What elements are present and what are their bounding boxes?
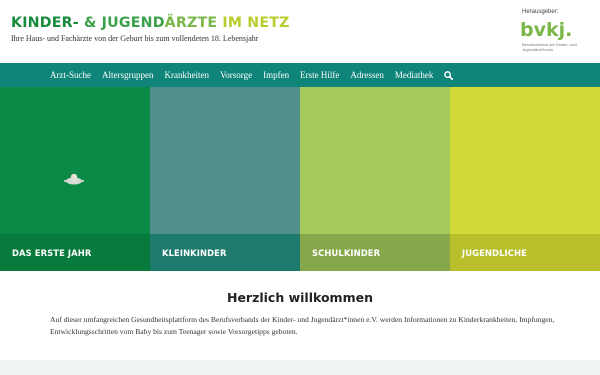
nav-item-mediathek[interactable]: Mediathek [395,70,434,80]
nav-item-adressen[interactable]: Adressen [350,70,384,80]
site-subtitle: Ihre Haus- und Fachärzte von der Geburt … [11,34,259,43]
tile-label: JUGENDLICHE [450,234,600,271]
tile-jugendliche[interactable]: JUGENDLICHE [450,87,600,271]
baby-icon [64,173,84,185]
tile-das-erste-jahr[interactable]: DAS ERSTE JAHR [0,87,150,271]
site-title-part-3: ÄRZTE [164,15,223,31]
publisher-tagline: Berufsverband der Kinder- und Jugendärzt… [522,42,577,52]
bottom-band [0,360,600,375]
publisher-label: Herausgeber: [522,9,559,15]
nav-item-krankheiten[interactable]: Krankheiten [164,70,208,80]
site-title-part-4: IM NETZ [222,15,290,31]
welcome-heading: Herzlich willkommen [226,290,373,305]
nav-item-erste-hilfe[interactable]: Erste Hilfe [300,70,339,80]
bvkj-logo-text: bvkj. [520,19,572,41]
age-group-tiles: DAS ERSTE JAHR KLEINKINDER SCHULKINDER J… [0,87,600,271]
site-title[interactable]: KINDER- & JUGENDÄRZTE IM NETZ [11,15,290,31]
nav-item-vorsorge[interactable]: Vorsorge [220,70,252,80]
publisher-logo[interactable]: Herausgeber: bvkj. Berufsverband der Kin… [520,9,590,59]
site-title-part-2: & JUGEND [83,15,165,31]
welcome-text: Auf dieser umfangreichen Gesundheitsplat… [50,315,555,336]
bvkj-logo-icon: bvkj. [520,19,572,41]
search-icon[interactable] [444,70,454,80]
tile-schulkinder[interactable]: SCHULKINDER [300,87,450,271]
tile-label: SCHULKINDER [300,234,450,271]
nav-items: Arzt-Suche Altersgruppen Krankheiten Vor… [50,63,454,87]
site-title-part-1: KINDER- [11,15,84,31]
tile-label: KLEINKINDER [150,234,300,271]
tile-label: DAS ERSTE JAHR [0,234,150,271]
tile-kleinkinder[interactable]: KLEINKINDER [150,87,300,271]
site-header: KINDER- & JUGENDÄRZTE IM NETZ Ihre Haus-… [0,0,600,62]
nav-item-impfen[interactable]: Impfen [263,70,289,80]
nav-item-arzt-suche[interactable]: Arzt-Suche [50,70,91,80]
nav-item-altersgruppen[interactable]: Altersgruppen [102,70,154,80]
main-navigation: Arzt-Suche Altersgruppen Krankheiten Vor… [0,63,600,87]
